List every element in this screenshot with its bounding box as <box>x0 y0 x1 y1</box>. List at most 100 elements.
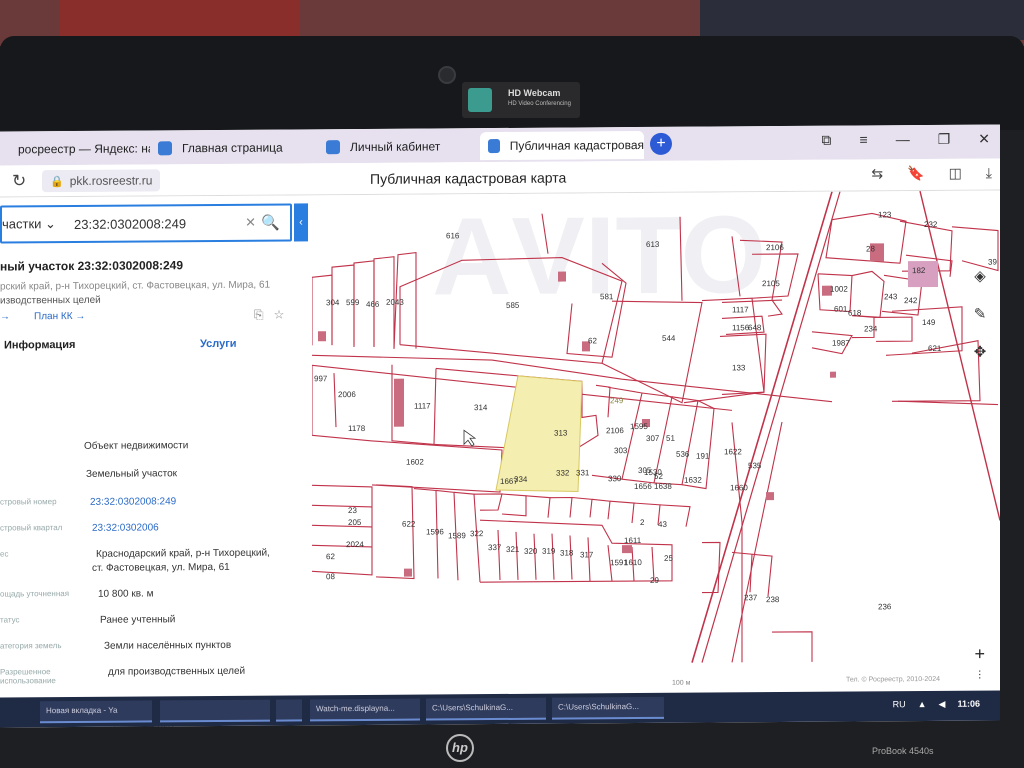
parcel-number-label: 2006 <box>338 390 356 399</box>
parcel-number-label: 1117 <box>732 305 749 314</box>
taskbar-item[interactable]: C:\Users\SchulkinaG... <box>552 696 664 720</box>
cadastral-map[interactable]: АVITO 616 613 2106 123 232 28 39 585 581… <box>312 190 1000 696</box>
search-input[interactable]: 23:32:0302008:249 <box>74 216 186 232</box>
attribute-row: татус Ранее учтенный <box>0 613 310 626</box>
layers-icon[interactable]: ◈ <box>964 261 996 293</box>
attribute-value: Земельный участок <box>86 468 178 480</box>
reload-icon[interactable]: ↻ <box>12 171 26 191</box>
parcel-links: → План КК → <box>0 311 85 323</box>
taskbar-item[interactable]: Watch-me.displayna... <box>310 698 420 722</box>
taskbar-item[interactable] <box>276 699 302 722</box>
parcel-number-label: 581 <box>600 292 614 301</box>
search-icon[interactable]: 🔍 <box>261 214 280 232</box>
attribute-key: татус <box>0 615 20 625</box>
parcel-number-label: 1987 <box>832 339 850 348</box>
parcel-number-label: 622 <box>402 520 416 529</box>
zoom-in-button[interactable]: + <box>973 643 986 665</box>
restore-icon[interactable]: ❐ <box>938 131 951 148</box>
parcel-number-label: 1660 <box>730 483 748 492</box>
parcel-number-label: 249 <box>610 396 624 405</box>
close-icon[interactable]: ✕ <box>978 131 990 148</box>
tab-label: Главная страница <box>182 140 283 156</box>
taskbar-item[interactable]: C:\Users\SchulkinaG... <box>426 697 546 721</box>
rosreestr-favicon-icon <box>488 139 500 154</box>
taskbar-item[interactable] <box>160 699 270 723</box>
parcel-address: рский край, р-н Тихорецкий, ст. Фастовец… <box>0 279 271 293</box>
parcel-number-label: 536 <box>676 450 690 459</box>
url-field[interactable]: 🔒 pkk.rosreestr.ru <box>42 169 161 193</box>
attribute-key <box>0 469 80 470</box>
parcel-number-label: 318 <box>560 548 574 557</box>
volume-icon[interactable]: ◀ <box>939 699 946 710</box>
ruler-icon[interactable]: ✎ <box>964 299 996 331</box>
tab-home[interactable]: Главная страница <box>150 133 310 162</box>
parcel-number-label: 1117 <box>414 401 431 410</box>
parcel-number-label: 1667 <box>500 477 518 486</box>
mouse-cursor <box>463 429 477 447</box>
parcel-number-label: 123 <box>878 210 892 219</box>
clock[interactable]: 11:06 <box>957 699 980 710</box>
parcel-number-label: 2 <box>640 518 645 527</box>
taskbar-item[interactable]: Новая вкладка - Ya <box>40 700 152 724</box>
bookmarks-icon[interactable]: ⧉ <box>822 132 832 149</box>
tab-yandex[interactable]: росреестр — Яндекс: нас <box>0 134 150 163</box>
collections-icon[interactable]: ◫ <box>949 165 962 182</box>
parcel-number-label: 2106 <box>606 426 624 435</box>
parcel-number-label: 23 <box>348 506 357 515</box>
map-copyright: Тел. © Росреестр, 2010-2024 <box>845 675 940 684</box>
parcel-number-label: 237 <box>744 593 758 602</box>
parcel-number-label: 322 <box>470 529 484 538</box>
plan-link[interactable]: План КК → <box>34 311 85 322</box>
map-canvas[interactable]: АVITO 616613 210612323228395855812105100… <box>312 190 1000 696</box>
parcel-number-label: 62 <box>588 336 597 345</box>
parcel-number-label: 242 <box>904 296 918 305</box>
attribute-value-line2: ст. Фастовецкая, ул. Мира, 61 <box>92 561 230 574</box>
attribute-key <box>0 441 80 442</box>
new-tab-button[interactable]: + <box>650 132 672 155</box>
language-indicator[interactable]: RU <box>893 699 906 710</box>
map-scale: 100 м <box>672 679 691 687</box>
address-bar-actions: ⇆ 🔖 ◫ ⤓ <box>871 165 992 183</box>
map-toolbar: ◈ ✎ ✥ <box>964 261 1000 375</box>
attribute-key: ес <box>0 549 9 559</box>
search-category-select[interactable]: частки ⌄ <box>2 216 66 232</box>
parcel-number-label: 1622 <box>724 447 742 456</box>
parcel-number-label: 321 <box>506 545 520 554</box>
translate-icon[interactable]: ⇆ <box>871 165 883 182</box>
download-icon[interactable]: ⤓ <box>986 165 992 182</box>
tab-cabinet[interactable]: Личный кабинет <box>318 132 478 161</box>
clear-icon[interactable]: ✕ <box>245 215 256 231</box>
attribute-row: Объект недвижимости <box>0 439 310 452</box>
parcel-number-label: 585 <box>506 301 520 310</box>
parcel-number-label: 599 <box>346 298 360 307</box>
parcel-number-label: 234 <box>864 324 878 333</box>
back-link[interactable]: → <box>0 311 10 322</box>
favorite-icon[interactable]: ☆ <box>274 308 285 323</box>
attribute-row: Земельный участок <box>0 467 310 480</box>
collapse-panel-button[interactable]: ‹ <box>294 203 308 242</box>
parcel-number-label: 232 <box>924 220 938 229</box>
parcel-number-label: 51 <box>666 434 675 443</box>
bookmark-icon[interactable]: 🔖 <box>907 165 924 182</box>
tab-info[interactable]: Информация <box>4 339 75 351</box>
parcel-number-label: 307 <box>646 434 660 443</box>
attribute-key: ощадь уточненная <box>0 589 70 599</box>
parcel-number-label: 236 <box>878 602 892 611</box>
tab-services[interactable]: Услуги <box>200 338 237 350</box>
attribute-row: атегория земель Земли населённых пунктов <box>0 639 310 652</box>
parcel-number-label: 2043 <box>386 298 404 307</box>
share-icon[interactable]: ⎘ <box>254 308 264 323</box>
attribute-value[interactable]: 23:32:0302008:249 <box>90 496 176 508</box>
network-icon[interactable]: ▲ <box>918 699 927 710</box>
parcel-number-label: 618 <box>848 308 862 317</box>
search-box[interactable]: частки ⌄ 23:32:0302008:249 ✕ 🔍 <box>0 203 292 244</box>
attribute-value[interactable]: 23:32:0302006 <box>92 522 159 533</box>
parcel-number-label: 2106 <box>766 243 784 252</box>
attribute-row: ощадь уточненная 10 800 кв. м <box>0 587 310 599</box>
menu-icon[interactable]: ≡ <box>860 131 868 148</box>
hp-logo: hp <box>446 734 474 762</box>
minimize-icon[interactable]: — <box>896 131 910 148</box>
tab-cadastral-map[interactable]: Публичная кадастровая <box>480 130 644 161</box>
attribute-row: ес Краснодарский край, р-н Тихорецкий, ст.… <box>0 547 310 574</box>
crosshair-icon[interactable]: ✥ <box>964 337 996 369</box>
